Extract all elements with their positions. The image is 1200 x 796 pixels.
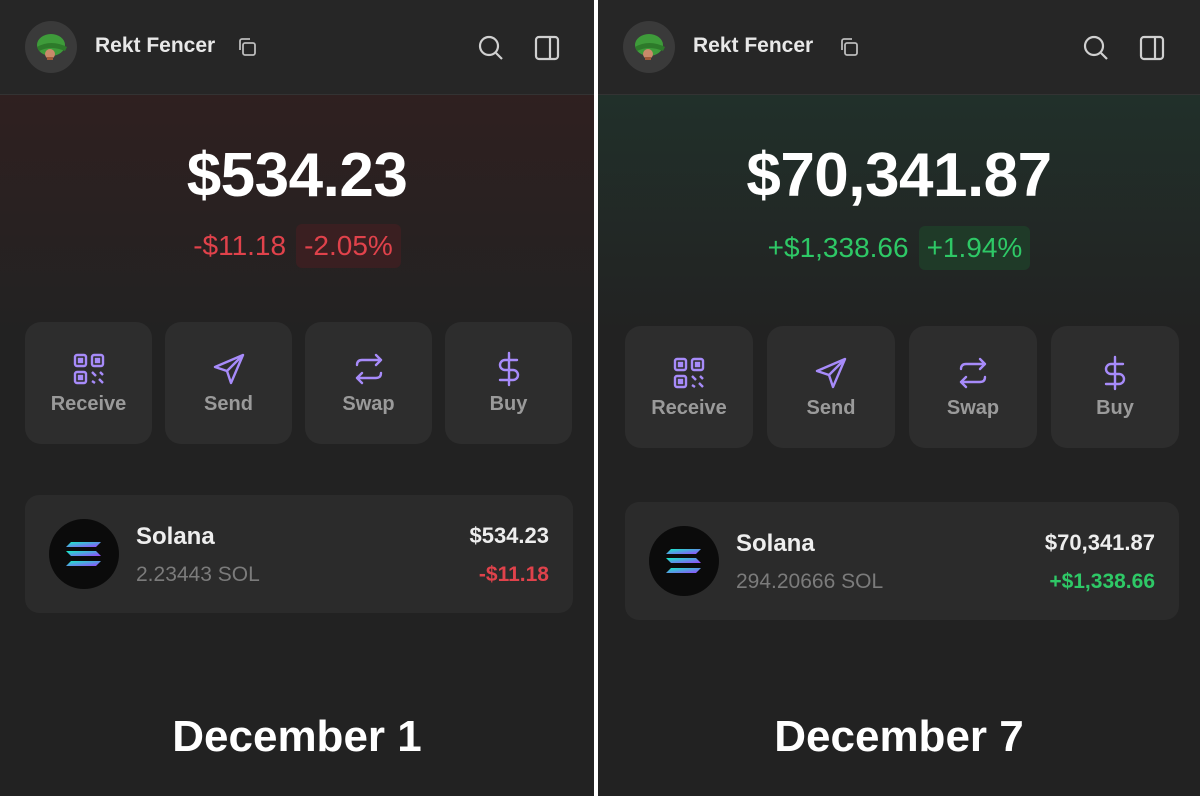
buy-button[interactable]: Buy <box>445 322 572 444</box>
dollar-icon <box>1104 355 1126 390</box>
token-row-solana[interactable]: Solana 2.23443 SOL $534.23 -$11.18 <box>25 495 573 613</box>
wallet-name[interactable]: Rekt Fencer <box>95 34 215 58</box>
avatar[interactable] <box>25 21 77 73</box>
sidebar-toggle-icon[interactable] <box>1138 34 1166 67</box>
balance-hero-background <box>598 95 1200 335</box>
send-icon <box>213 353 244 384</box>
avatar[interactable] <box>623 21 675 73</box>
wallet-header: Rekt Fencer <box>598 0 1200 95</box>
change-percent-badge: +1.94% <box>918 226 1031 270</box>
send-button[interactable]: Send <box>165 322 292 444</box>
copy-icon[interactable] <box>236 36 258 63</box>
token-change: -$11.18 <box>478 563 549 586</box>
swap-icon <box>959 357 987 388</box>
change-amount: +$1,338.66 <box>767 232 909 263</box>
total-balance: $534.23 <box>186 141 408 210</box>
send-icon <box>815 357 847 388</box>
token-name: Solana <box>736 530 815 557</box>
buy-button[interactable]: Buy <box>1051 326 1179 448</box>
qr-code-icon <box>73 353 104 384</box>
swap-button[interactable]: Swap <box>305 322 432 444</box>
sidebar-toggle-icon[interactable] <box>533 34 561 67</box>
token-amount: 294.20666 SOL <box>736 570 884 593</box>
copy-icon[interactable] <box>838 36 860 63</box>
receive-button[interactable]: Receive <box>625 326 753 448</box>
search-icon[interactable] <box>1082 34 1110 67</box>
wallet-name[interactable]: Rekt Fencer <box>693 34 813 58</box>
token-name: Solana <box>136 523 215 550</box>
action-buttons: Receive Send Swap Buy <box>625 326 1179 448</box>
avatar-image <box>635 34 665 60</box>
avatar-image <box>37 34 67 60</box>
receive-label: Receive <box>651 396 727 419</box>
date-caption: December 7 <box>774 712 1024 761</box>
swap-button[interactable]: Swap <box>909 326 1037 448</box>
send-label: Send <box>806 396 856 419</box>
change-percent-badge: -2.05% <box>296 224 401 268</box>
token-row-solana[interactable]: Solana 294.20666 SOL $70,341.87 +$1,338.… <box>625 502 1179 620</box>
buy-label: Buy <box>489 392 528 415</box>
solana-logo-icon <box>649 526 719 596</box>
token-change: +$1,338.66 <box>1049 570 1155 593</box>
balance-hero-background <box>0 95 594 335</box>
swap-label: Swap <box>342 392 395 415</box>
send-label: Send <box>204 392 253 415</box>
wallet-panel-december-7: Rekt Fencer $70,341.87 +$1,338.66 +1.94% <box>598 0 1200 796</box>
balance-change-row: +$1,338.66 +1.94% <box>598 226 1200 270</box>
wallet-panel-december-1: Rekt Fencer $534.23 -$11.18 -2.05% Recei… <box>0 0 594 796</box>
date-caption: December 1 <box>172 712 422 761</box>
token-value: $534.23 <box>469 523 549 548</box>
change-amount: -$11.18 <box>193 230 287 261</box>
solana-logo-icon <box>49 519 119 589</box>
swap-icon <box>355 353 382 384</box>
dollar-icon <box>498 351 519 386</box>
total-balance: $70,341.87 <box>746 141 1052 210</box>
token-amount: 2.23443 SOL <box>136 563 260 586</box>
send-button[interactable]: Send <box>767 326 895 448</box>
receive-button[interactable]: Receive <box>25 322 152 444</box>
receive-label: Receive <box>50 392 127 415</box>
wallet-header: Rekt Fencer <box>0 0 594 95</box>
action-buttons: Receive Send Swap Buy <box>25 322 585 444</box>
token-value: $70,341.87 <box>1044 530 1155 555</box>
balance-change-row: -$11.18 -2.05% <box>0 224 594 268</box>
search-icon[interactable] <box>477 34 505 67</box>
buy-label: Buy <box>1096 396 1134 419</box>
qr-code-icon <box>673 357 705 388</box>
swap-label: Swap <box>946 396 1000 419</box>
